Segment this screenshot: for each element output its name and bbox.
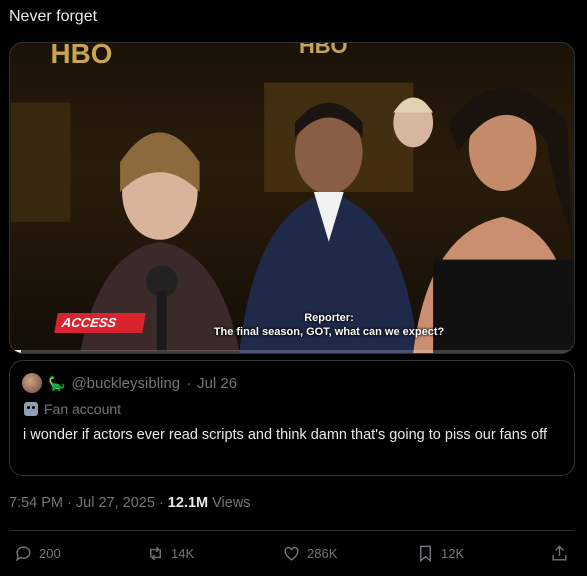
like-button[interactable]: 286K [282,544,337,563]
quoted-handle[interactable]: @buckleysibling [71,375,180,392]
quoted-post-text: i wonder if actors ever read scripts and… [23,427,547,443]
dinosaur-emoji-icon: 🦕 [48,374,66,391]
like-icon [284,546,299,561]
access-logo: ACCESS [54,313,146,333]
repost-button[interactable]: 14K [146,544,194,563]
like-count: 286K [307,546,338,561]
bookmark-count: 12K [441,546,465,561]
post-metadata: 7:54 PM · Jul 27, 2025 · 12.1M Views [9,495,251,511]
video-progress-fill [10,350,22,353]
share-icon [552,545,567,561]
mask-icon [24,402,38,416]
post-text: Never forget [9,8,98,25]
repost-icon [150,546,161,561]
views-label: Views [208,495,251,511]
views-count: 12.1M [167,495,209,511]
reply-count: 200 [39,546,61,561]
account-type-text: Fan account [44,401,122,417]
quoted-post-header: 🦕 @buckleysibling · Jul 26 [22,373,237,393]
avatar[interactable] [22,373,42,393]
action-bar: 200 14K 286K 12K [14,544,570,566]
share-button[interactable] [550,544,569,563]
repost-count: 14K [171,546,195,561]
reply-button[interactable]: 200 [14,544,61,563]
svg-text:HBO: HBO [51,43,113,69]
video-caption: Reporter: The final season, GOT, what ca… [184,311,474,339]
account-label: Fan account [24,401,121,417]
caption-line-2: The final season, GOT, what can we expec… [213,326,445,338]
bookmark-icon [420,545,431,563]
video-player[interactable]: HBO HBO ACCESS Reporter: The final seaso… [9,42,575,354]
quoted-date[interactable]: Jul 26 [197,375,237,392]
video-progress-bar[interactable] [10,350,574,353]
post-timestamp[interactable]: 7:54 PM · Jul 27, 2025 · [9,495,168,511]
bookmark-button[interactable]: 12K [416,544,464,563]
divider [9,530,575,531]
svg-text:HBO: HBO [299,43,348,58]
reply-icon [16,546,31,562]
separator-dot: · [186,374,192,392]
caption-line-1: Reporter: [304,312,354,324]
quoted-post[interactable]: 🦕 @buckleysibling · Jul 26 Fan account i… [9,360,575,476]
video-frame-image: HBO HBO [10,43,574,353]
